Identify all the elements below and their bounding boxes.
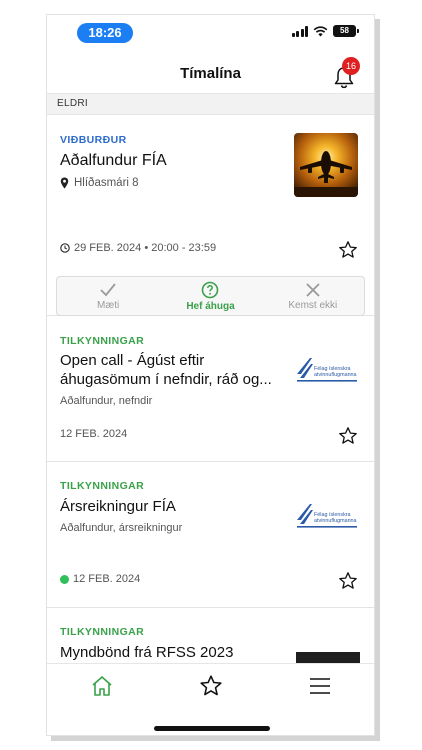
card-category: TILKYNNINGAR [60, 626, 145, 638]
card-title: Ársreikningur FÍA [60, 498, 176, 515]
svg-text:atvinnuflugmanna: atvinnuflugmanna [314, 518, 357, 524]
battery-icon: 58 [333, 25, 359, 37]
announcement-card[interactable]: TILKYNNINGAR Myndbönd frá RFSS 2023 [47, 608, 374, 668]
rsvp-attending-label: Mæti [97, 299, 120, 311]
event-date-text: 29 FEB. 2024 • 20:00 - 23:59 [74, 242, 217, 254]
rsvp-decline-label: Kemst ekki [288, 299, 338, 311]
card-category: VIÐBURÐUR [60, 134, 127, 146]
rsvp-interested-label: Hef áhuga [186, 300, 235, 312]
tab-menu[interactable] [265, 664, 374, 707]
svg-text:atvinnuflugmanna: atvinnuflugmanna [314, 372, 357, 378]
card-title: Aðalfundur FÍA [60, 152, 167, 169]
home-icon [91, 675, 112, 696]
rsvp-decline-button[interactable]: Kemst ekki [262, 277, 364, 315]
phone-screen: 18:26 58 Tímalína 16 ELDRI VIÐBURÐUR Aða… [46, 14, 375, 736]
card-date-text: 12 FEB. 2024 [73, 573, 141, 585]
notification-badge: 16 [342, 57, 360, 75]
favorite-star-icon[interactable] [338, 426, 358, 446]
card-title: Myndbönd frá RFSS 2023 [60, 644, 234, 661]
section-header-older: ELDRI [47, 93, 374, 115]
status-icons: 58 [291, 25, 359, 37]
status-time: 18:26 [77, 23, 133, 43]
unread-dot [60, 574, 69, 584]
rsvp-selector: Mæti Hef áhuga Kemst ekki [56, 276, 365, 316]
rsvp-interested-button[interactable]: Hef áhuga [159, 277, 261, 315]
card-category: TILKYNNINGAR [60, 335, 145, 347]
star-icon [199, 674, 222, 695]
notifications-button[interactable]: 16 [332, 57, 360, 89]
card-title-line1: Open call - Ágúst eftir [60, 352, 205, 369]
fia-logo: Félag íslenskra atvinnuflugmanna [297, 504, 357, 528]
favorite-star-icon[interactable] [338, 571, 358, 591]
clock-icon [60, 243, 70, 253]
card-title-line2: áhugasömum í nefndir, ráð og... [60, 371, 272, 388]
announcement-card[interactable]: TILKYNNINGAR Open call - Ágúst eftir áhu… [47, 316, 374, 462]
card-location: Hlíðasmári 8 [60, 177, 139, 189]
card-category: TILKYNNINGAR [60, 480, 145, 492]
card-date: 12 FEB. 2024 [60, 573, 140, 585]
tab-home[interactable] [47, 664, 156, 707]
cellular-signal-icon [291, 25, 308, 37]
tab-bar [47, 663, 374, 707]
card-date: 12 FEB. 2024 [60, 428, 128, 440]
app-header: Tímalína 16 [47, 57, 374, 93]
location-pin-icon [60, 177, 69, 189]
home-indicator [154, 726, 270, 731]
question-circle-icon [202, 281, 219, 298]
event-datetime: 29 FEB. 2024 • 20:00 - 23:59 [60, 242, 216, 254]
tab-favorites[interactable] [156, 664, 265, 707]
rsvp-attending-button[interactable]: Mæti [57, 277, 159, 315]
event-card[interactable]: VIÐBURÐUR Aðalfundur FÍA Hlíðasmári 8 29… [47, 116, 374, 316]
status-bar: 18:26 58 [47, 15, 374, 53]
location-text: Hlíðasmári 8 [74, 177, 139, 189]
check-icon [100, 282, 116, 296]
event-image [294, 133, 358, 197]
card-tags: Aðalfundur, ársreikningur [60, 522, 183, 534]
menu-icon [309, 677, 330, 694]
card-tags: Aðalfundur, nefndir [60, 395, 153, 407]
favorite-star-icon[interactable] [338, 240, 358, 260]
x-icon [306, 282, 320, 297]
announcement-card[interactable]: TILKYNNINGAR Ársreikningur FÍA Aðalfundu… [47, 462, 374, 608]
page-title: Tímalína [180, 65, 241, 82]
wifi-icon [313, 25, 328, 36]
fia-logo: Félag íslenskra atvinnuflugmanna [297, 358, 357, 382]
